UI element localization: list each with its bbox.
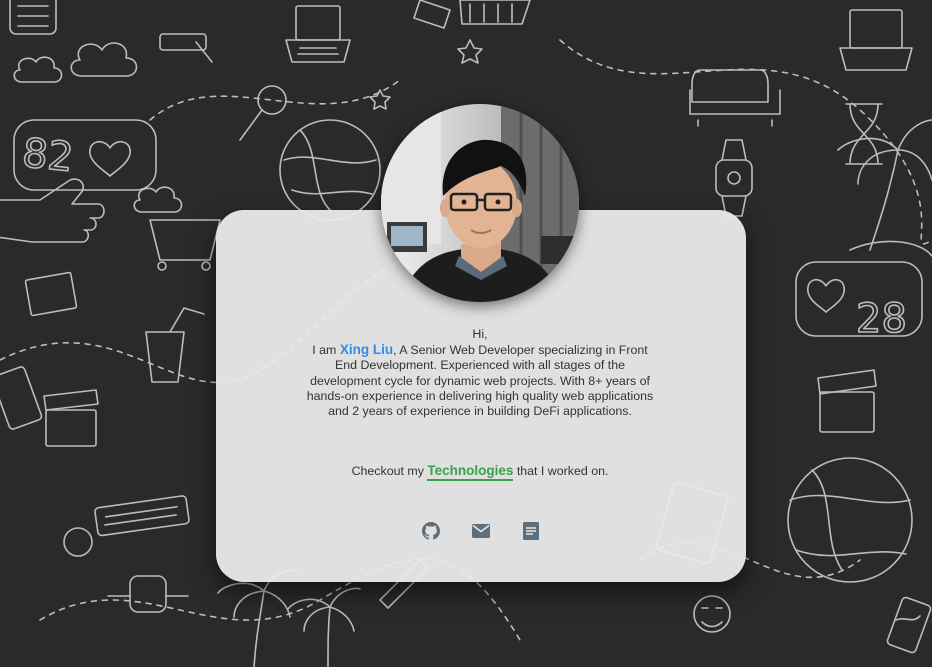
profile-avatar [381, 104, 579, 302]
github-icon[interactable] [420, 520, 442, 542]
svg-text:28: 28 [856, 296, 907, 342]
checkout-prefix: Checkout my [351, 464, 424, 478]
social-links [420, 520, 542, 542]
resume-icon[interactable] [520, 520, 542, 542]
mail-icon[interactable] [470, 520, 492, 542]
technologies-link[interactable]: Technologies [427, 463, 514, 481]
checkout-suffix: that I worked on. [516, 464, 609, 478]
intro-text: I am Xing Liu, A Senior Web Developer sp… [300, 342, 660, 419]
technologies-line: Checkout my Technologies that I worked o… [300, 463, 660, 481]
greeting-text: Hi, [472, 327, 488, 341]
author-name: Xing Liu [339, 342, 394, 358]
intro-prefix: I am [312, 343, 337, 358]
intro-paragraph: Hi, I am Xing Liu, A Senior Web Develope… [300, 327, 660, 419]
svg-text:82: 82 [20, 130, 75, 181]
